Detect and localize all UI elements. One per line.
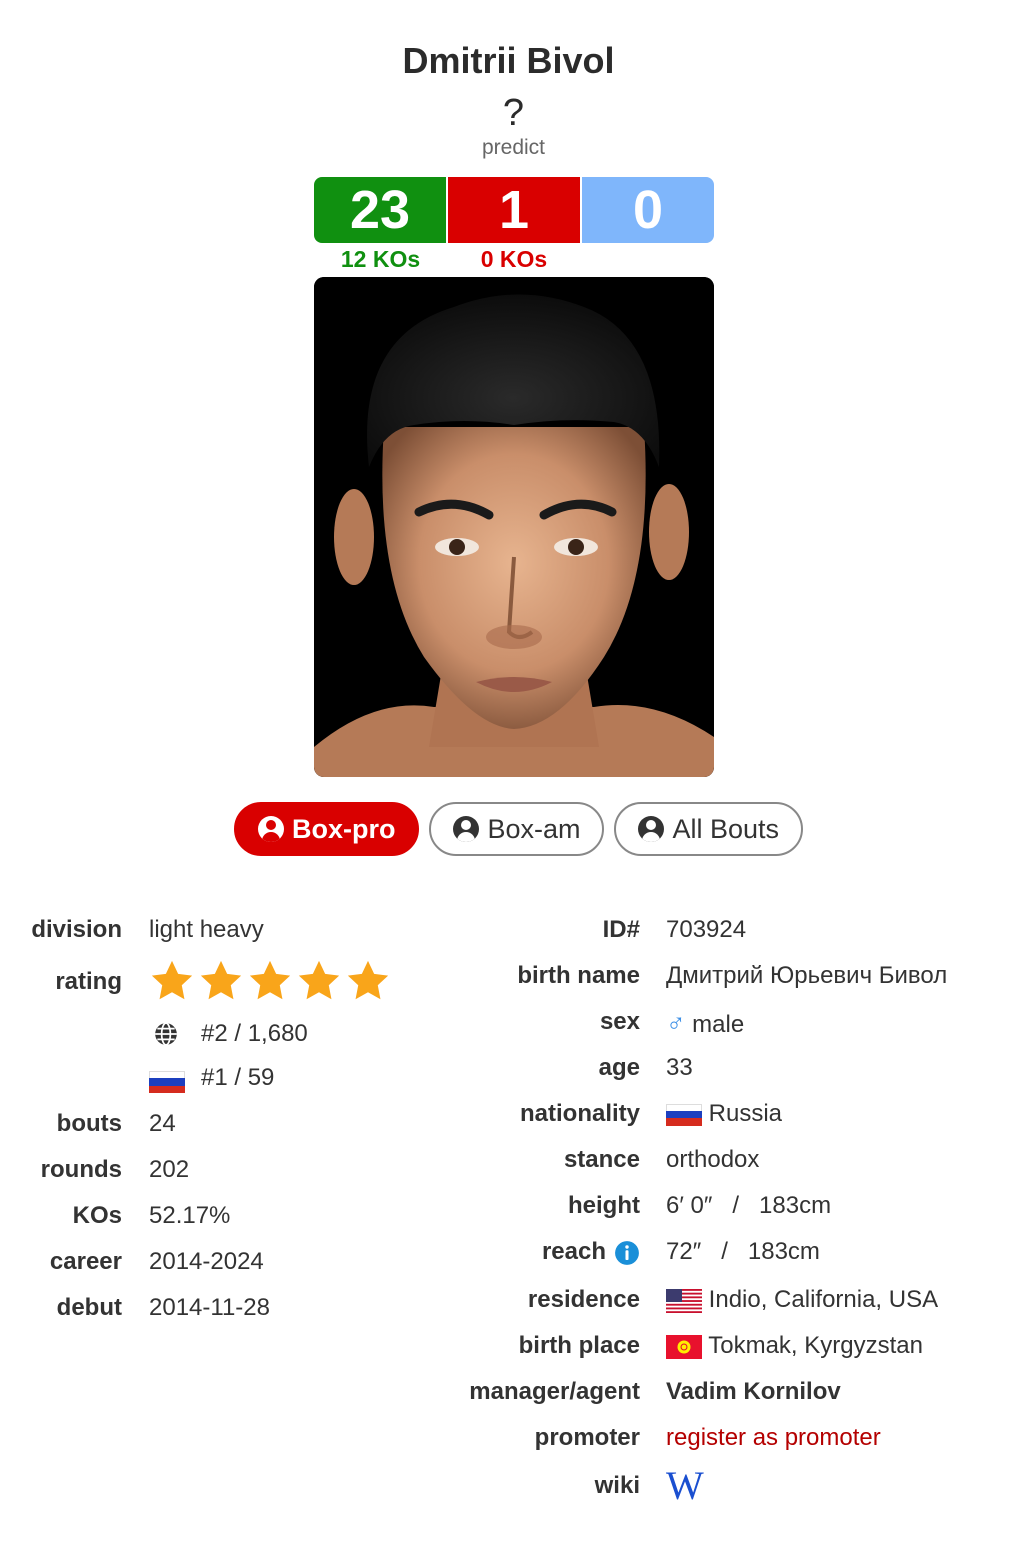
world-rank[interactable]: #2 / 1,680 xyxy=(201,1020,308,1048)
record-bar: 23 1 0 xyxy=(314,177,714,243)
tab-box-am[interactable]: Box-am xyxy=(429,802,605,856)
loss-kos: 0 KOs xyxy=(480,246,548,272)
wikipedia-icon[interactable]: W xyxy=(666,1462,704,1509)
tab-all-bouts[interactable]: All Bouts xyxy=(614,802,804,856)
wiki-label: wiki xyxy=(594,1472,640,1499)
sex-value-row: ♂ male xyxy=(666,1008,744,1039)
portrait-illustration xyxy=(314,277,714,777)
russia-flag-icon xyxy=(666,1103,702,1126)
tab-label: Box-am xyxy=(487,813,581,844)
star-icon xyxy=(347,960,389,1000)
manager-label: manager/agent xyxy=(469,1378,640,1405)
predict-link[interactable]: predict xyxy=(0,136,1017,160)
birthplace-label: birth place xyxy=(518,1332,640,1359)
win-kos: 12 KOs xyxy=(340,246,421,272)
debut-label: debut xyxy=(56,1294,122,1321)
info-icon[interactable] xyxy=(614,1240,640,1271)
globe-icon xyxy=(153,1021,179,1052)
bouts-label: bouts xyxy=(56,1110,122,1137)
star-icon xyxy=(298,960,340,1000)
star-icon xyxy=(200,960,242,1000)
tab-label: All Bouts xyxy=(672,813,780,844)
residence-label: residence xyxy=(527,1286,640,1313)
user-icon xyxy=(453,816,480,842)
rating-stars xyxy=(149,958,391,1004)
rating-label: rating xyxy=(55,968,122,995)
nationality-row: Russia xyxy=(666,1100,782,1128)
id-value: 703924 xyxy=(666,916,747,943)
usa-flag-icon xyxy=(666,1288,702,1313)
record-tabs: Box-pro Box-am All Bouts xyxy=(0,802,1017,856)
kos-label: KOs xyxy=(72,1202,122,1229)
boxer-name: Dmitrii Bivol xyxy=(402,40,615,81)
draws-count: 0 xyxy=(582,177,714,243)
id-label: ID# xyxy=(602,916,640,943)
stance-label: stance xyxy=(563,1146,640,1173)
tab-box-pro[interactable]: Box-pro xyxy=(233,802,420,856)
height-value: 6′ 0″ / 183cm xyxy=(666,1192,832,1219)
birthplace-row: Tokmak, Kyrgyzstan xyxy=(666,1332,923,1360)
boxer-photo xyxy=(314,277,714,777)
kyrgyzstan-flag-icon xyxy=(666,1334,702,1359)
stance-value: orthodox xyxy=(666,1146,760,1173)
star-icon xyxy=(151,960,193,1000)
birthplace-value[interactable]: Tokmak, Kyrgyzstan xyxy=(708,1332,923,1359)
kos-value: 52.17% xyxy=(149,1202,231,1229)
sex-value: male xyxy=(692,1011,745,1038)
debut-value[interactable]: 2014-11-28 xyxy=(149,1294,270,1322)
user-icon xyxy=(257,816,284,842)
rounds-value: 202 xyxy=(149,1156,190,1183)
tab-label: Box-pro xyxy=(291,813,396,844)
division-value[interactable]: light heavy xyxy=(149,916,264,944)
career-value: 2014-2024 xyxy=(149,1248,264,1275)
russia-flag-icon xyxy=(149,1071,185,1093)
nationality-value[interactable]: Russia xyxy=(709,1100,782,1127)
country-rank[interactable]: #1 / 59 xyxy=(201,1064,274,1092)
nationality-label: nationality xyxy=(519,1100,640,1127)
age-label: age xyxy=(598,1054,640,1081)
residence-value[interactable]: Indio, California, USA xyxy=(709,1286,938,1313)
sex-label: sex xyxy=(599,1008,640,1035)
manager-value[interactable]: Vadim Kornilov xyxy=(666,1378,841,1406)
star-icon xyxy=(249,960,291,1000)
promoter-label: promoter xyxy=(534,1424,640,1451)
bouts-value: 24 xyxy=(149,1110,176,1137)
age-value: 33 xyxy=(666,1054,693,1081)
reach-label: reach xyxy=(541,1238,606,1265)
user-icon xyxy=(638,816,665,842)
rounds-label: rounds xyxy=(40,1156,122,1183)
birthname-label: birth name xyxy=(517,962,640,989)
predict-question-icon[interactable]: ? xyxy=(0,92,1017,135)
losses-count: 1 xyxy=(448,177,580,243)
division-label: division xyxy=(31,916,122,943)
residence-row: Indio, California, USA xyxy=(666,1286,938,1314)
reach-value: 72″ / 183cm xyxy=(666,1238,820,1265)
birthname-value: Дмитрий Юрьевич Бивол xyxy=(666,962,948,989)
register-promoter-link[interactable]: register as promoter xyxy=(666,1424,881,1452)
wins-count: 23 xyxy=(314,177,446,243)
career-label: career xyxy=(49,1248,122,1275)
height-label: height xyxy=(568,1192,640,1219)
male-icon: ♂ xyxy=(666,1008,686,1038)
